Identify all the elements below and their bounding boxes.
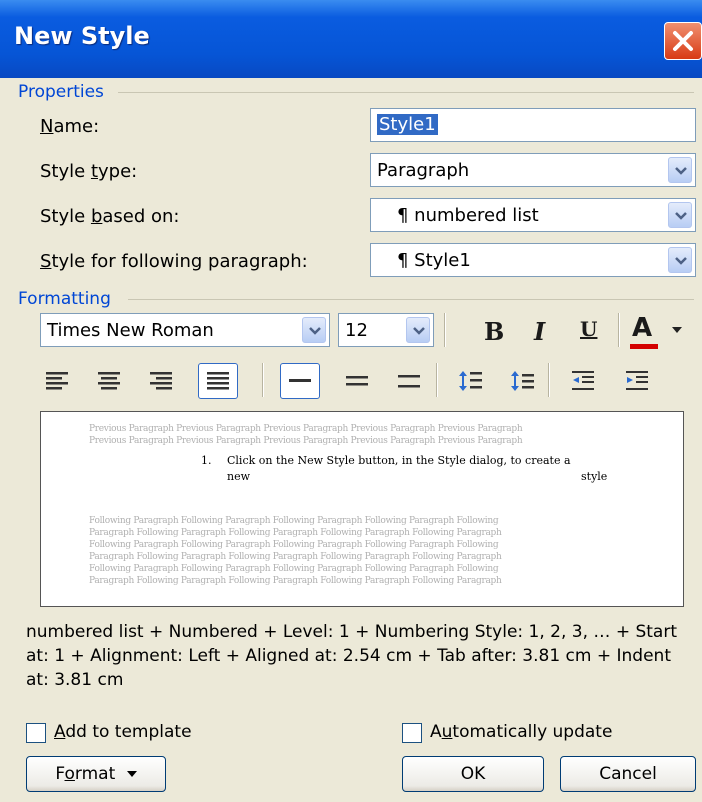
style-type-select[interactable]: Paragraph <box>370 153 696 187</box>
decrease-indent-icon[interactable] <box>570 369 596 393</box>
preview-previous-text: Previous Paragraph Previous Paragraph Pr… <box>89 436 523 446</box>
close-button[interactable] <box>664 22 702 60</box>
bold-button[interactable]: B <box>484 317 504 346</box>
properties-group-label: Properties <box>18 82 104 102</box>
formatting-divider <box>128 299 694 300</box>
name-label: Name: <box>40 116 100 137</box>
preview-following-text: Following Paragraph Following Paragraph … <box>89 540 499 550</box>
automatically-update-checkbox[interactable] <box>402 723 422 743</box>
justify-button[interactable] <box>198 363 238 399</box>
properties-divider <box>118 92 694 93</box>
toolbar-separator <box>262 363 264 397</box>
font-size-value: 12 <box>345 320 368 341</box>
preview-previous-text: Previous Paragraph Previous Paragraph Pr… <box>89 424 523 434</box>
preview-following-text: Paragraph Following Paragraph Following … <box>89 552 502 562</box>
style-following-label: Style for following paragraph: <box>40 251 308 272</box>
ok-button[interactable]: OK <box>402 756 544 792</box>
new-style-dialog: New Style Properties Name: Style1 Style … <box>0 0 702 802</box>
align-left-icon[interactable] <box>44 369 70 393</box>
chevron-down-icon <box>309 327 321 335</box>
preview-item-text: style <box>581 470 608 483</box>
font-color-glyph: A <box>632 313 653 343</box>
formatting-group-label: Formatting <box>18 289 111 309</box>
preview-following-text: Following Paragraph Following Paragraph … <box>89 564 499 574</box>
space-after-icon[interactable] <box>510 369 536 393</box>
preview-following-text: Following Paragraph Following Paragraph … <box>89 516 499 526</box>
name-input[interactable]: Style1 <box>370 108 696 142</box>
preview-following-text: Paragraph Following Paragraph Following … <box>89 528 502 538</box>
toolbar-separator <box>436 363 438 397</box>
style-type-value: Paragraph <box>377 160 470 181</box>
single-spacing-icon <box>289 379 311 382</box>
single-spacing-button[interactable] <box>280 363 320 399</box>
increase-indent-icon[interactable] <box>624 369 650 393</box>
cancel-button[interactable]: Cancel <box>560 756 696 792</box>
format-button[interactable]: Format <box>26 756 166 792</box>
font-size-select[interactable]: 12 <box>338 313 434 347</box>
toolbar-separator <box>548 363 550 397</box>
toolbar-separator <box>444 313 446 347</box>
font-color-button[interactable]: A <box>628 313 694 349</box>
one-half-spacing-icon[interactable] <box>344 369 370 393</box>
add-to-template-checkbox[interactable] <box>26 723 46 743</box>
preview-item-number: 1. <box>201 454 212 467</box>
title-bar: New Style <box>0 0 702 78</box>
style-following-value: ¶ Style1 <box>397 250 471 271</box>
style-based-on-label: Style based on: <box>40 206 180 227</box>
caret-down-icon <box>126 771 137 777</box>
align-right-icon[interactable] <box>148 369 174 393</box>
font-name-value: Times New Roman <box>47 320 214 341</box>
italic-button[interactable]: I <box>534 317 545 346</box>
style-based-on-dropdown-button[interactable] <box>668 202 692 228</box>
close-icon <box>673 31 693 51</box>
style-following-select[interactable]: ¶ Style1 <box>370 243 696 277</box>
align-justify-icon <box>207 372 229 390</box>
style-description: numbered list + Numbered + Level: 1 + Nu… <box>26 622 678 690</box>
dialog-title: New Style <box>14 22 150 50</box>
font-color-swatch <box>630 344 658 349</box>
automatically-update-label[interactable]: Automatically update <box>430 722 612 742</box>
space-before-icon[interactable] <box>458 369 484 393</box>
style-following-dropdown-button[interactable] <box>668 247 692 273</box>
font-name-dropdown-button[interactable] <box>302 317 326 343</box>
chevron-down-icon <box>675 257 687 265</box>
add-to-template-label[interactable]: Add to template <box>54 722 192 742</box>
name-input-value: Style1 <box>377 114 438 135</box>
chevron-down-icon <box>675 212 687 220</box>
underline-button[interactable]: U <box>580 317 597 341</box>
double-spacing-icon[interactable] <box>396 369 422 393</box>
toolbar-separator <box>618 313 620 347</box>
align-center-icon[interactable] <box>96 369 122 393</box>
font-size-dropdown-button[interactable] <box>406 317 430 343</box>
style-based-on-value: ¶ numbered list <box>397 205 539 226</box>
preview-item-text: Click on the New Style button, in the St… <box>227 454 571 467</box>
style-based-on-select[interactable]: ¶ numbered list <box>370 198 696 232</box>
font-name-select[interactable]: Times New Roman <box>40 313 330 347</box>
style-type-label: Style type: <box>40 161 138 182</box>
preview-following-text: Paragraph Following Paragraph Following … <box>89 576 502 586</box>
style-type-dropdown-button[interactable] <box>668 157 692 183</box>
chevron-down-icon <box>413 327 425 335</box>
caret-down-icon <box>672 327 682 333</box>
style-preview: Previous Paragraph Previous Paragraph Pr… <box>40 411 684 607</box>
preview-item-text: new <box>227 470 251 483</box>
chevron-down-icon <box>675 167 687 175</box>
